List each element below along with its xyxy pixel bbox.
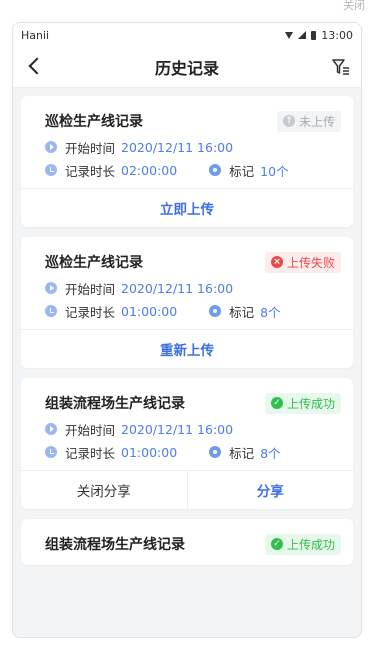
record-title: 巡检生产线记录 (45, 114, 143, 130)
marks-value: 8个 (260, 304, 281, 320)
marks-value: 8个 (260, 445, 281, 461)
status-bar: Hanii 13:00 (13, 23, 361, 47)
back-arrow-icon[interactable] (23, 55, 45, 77)
start-time-label: 开始时间 (65, 281, 116, 297)
page-title: 历史记录 (154, 59, 219, 78)
start-time-value: 2020/12/11 16:00 (121, 280, 234, 296)
marks-label: 标记 (229, 304, 255, 320)
start-time-label: 开始时间 (65, 140, 116, 156)
clock-icon (45, 164, 57, 176)
record-title: 巡检生产线记录 (45, 255, 143, 271)
marks-value: 10个 (260, 163, 289, 179)
record-card[interactable]: 巡检生产线记录 ↑ 未上传 开始时间 2020/12/11 16:00 记录时长… (21, 96, 353, 227)
marker-icon (209, 446, 222, 458)
marks-label: 标记 (229, 445, 255, 461)
status-text: 未上传 (298, 114, 335, 129)
play-icon (45, 282, 57, 294)
battery-icon (311, 30, 317, 40)
record-card[interactable]: 巡检生产线记录 × 上传失败 开始时间 2020/12/11 16:00 记录时… (21, 237, 353, 368)
upload-now-button[interactable]: 立即上传 (21, 189, 353, 227)
clock-time: 13:00 (321, 28, 353, 42)
record-card[interactable]: 组装流程场生产线记录 ✓ 上传成功 (21, 519, 353, 565)
share-button[interactable]: 分享 (188, 471, 354, 509)
filter-icon[interactable] (331, 57, 351, 77)
upload-arrow-icon: ↑ (282, 115, 295, 127)
start-time-label: 开始时间 (65, 422, 116, 438)
duration-value: 01:00:00 (121, 444, 178, 460)
record-title: 组装流程场生产线记录 (45, 396, 185, 412)
check-icon: ✓ (270, 397, 283, 409)
status-badge-success: ✓ 上传成功 (264, 392, 341, 414)
close-hint-text[interactable]: 关闭 (343, 0, 365, 12)
status-indicators: 13:00 (285, 29, 353, 42)
record-title: 组装流程场生产线记录 (45, 537, 185, 553)
duration-label: 记录时长 (65, 163, 116, 179)
carrier-label: Hanii (21, 28, 50, 42)
error-x-icon: × (270, 256, 283, 268)
start-time-value: 2020/12/11 16:00 (121, 139, 234, 155)
check-icon: ✓ (270, 538, 283, 550)
duration-label: 记录时长 (65, 304, 116, 320)
status-text: 上传成功 (286, 537, 335, 552)
record-card[interactable]: 组装流程场生产线记录 ✓ 上传成功 开始时间 2020/12/11 16:00 … (21, 378, 353, 509)
status-badge-pending: ↑ 未上传 (276, 110, 341, 132)
cellular-signal-icon (298, 31, 307, 39)
play-icon (45, 423, 57, 435)
marks-label: 标记 (229, 163, 255, 179)
clock-icon (45, 305, 57, 317)
close-share-button[interactable]: 关闭分享 (21, 471, 188, 509)
duration-label: 记录时长 (65, 445, 116, 461)
wifi-icon (285, 31, 294, 39)
status-badge-failed: × 上传失败 (264, 251, 341, 273)
phone-frame: Hanii 13:00 历史记录 巡检生产线记录 ↑ 未上传 开始时间 2020… (12, 22, 362, 638)
duration-value: 01:00:00 (121, 303, 178, 319)
clock-icon (45, 446, 57, 458)
reupload-button[interactable]: 重新上传 (21, 330, 353, 368)
marker-icon (209, 305, 222, 317)
status-badge-success: ✓ 上传成功 (264, 533, 341, 555)
status-text: 上传失败 (286, 255, 335, 270)
marker-icon (209, 164, 222, 176)
status-text: 上传成功 (286, 396, 335, 411)
record-list: 巡检生产线记录 ↑ 未上传 开始时间 2020/12/11 16:00 记录时长… (13, 88, 361, 565)
duration-value: 02:00:00 (121, 162, 178, 178)
nav-bar: 历史记录 (13, 47, 361, 88)
play-icon (45, 141, 57, 153)
start-time-value: 2020/12/11 16:00 (121, 421, 234, 437)
